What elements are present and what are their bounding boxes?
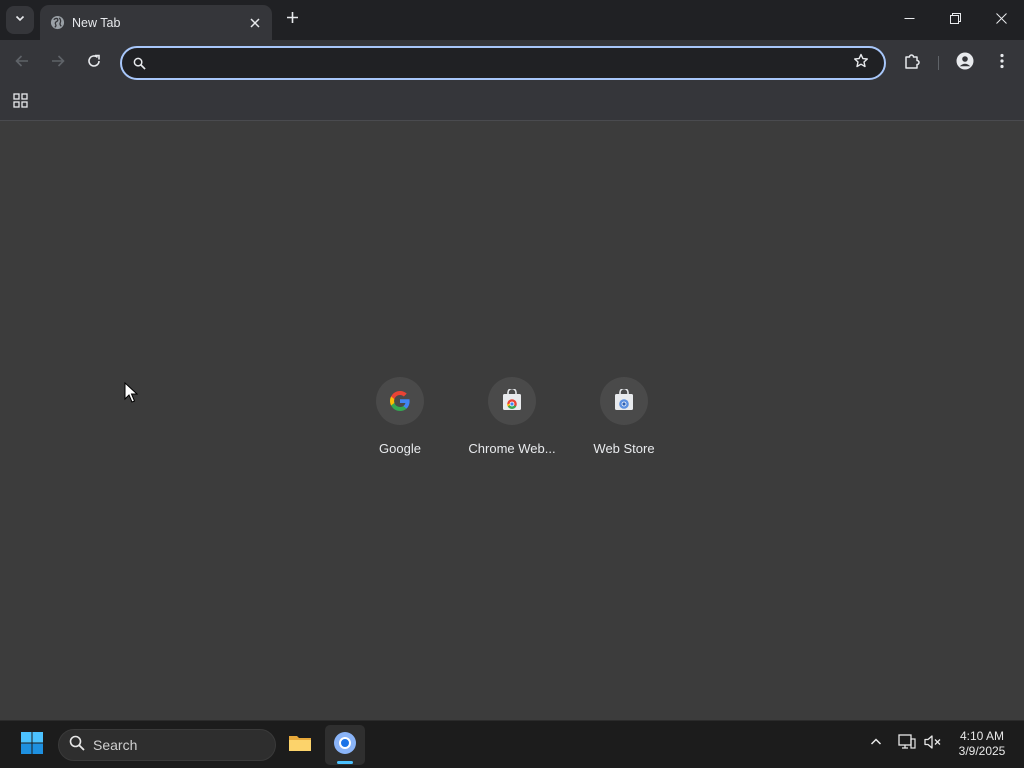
taskbar-search[interactable]: Search (58, 729, 276, 761)
bookmarks-bar (0, 86, 1024, 121)
taskbar: Search 4:10 AM 3/9/2025 (0, 720, 1024, 768)
apps-grid-icon (12, 93, 28, 113)
search-icon (69, 735, 85, 756)
volume-button[interactable] (922, 733, 944, 755)
active-app-indicator (337, 761, 353, 764)
shortcut-label: Web Store (593, 441, 655, 456)
new-tab-page: Google Chrome Web... Web Store (0, 121, 1024, 720)
apps-button[interactable] (8, 91, 32, 115)
shortcut-tiles: Google Chrome Web... Web Store (0, 373, 1024, 469)
shortcut-web-store[interactable]: Web Store (568, 373, 680, 469)
toolbar (0, 40, 1024, 86)
bookmark-star-button[interactable] (848, 50, 874, 76)
forward-arrow-icon (50, 53, 66, 74)
tab-strip: New Tab (0, 0, 1024, 40)
web-store-icon (600, 377, 648, 425)
tab-new-tab[interactable]: New Tab (40, 5, 272, 40)
shortcut-google[interactable]: Google (344, 373, 456, 469)
system-clock[interactable]: 4:10 AM 3/9/2025 (948, 729, 1016, 759)
profile-icon (956, 52, 974, 75)
toolbar-separator (938, 56, 939, 70)
omnibox[interactable] (120, 46, 886, 80)
chrome-taskbar-button[interactable] (325, 725, 365, 765)
start-button[interactable] (12, 725, 52, 765)
star-icon (853, 53, 869, 74)
clock-date: 3/9/2025 (958, 744, 1006, 758)
extensions-button[interactable] (898, 49, 926, 77)
clock-time: 4:10 AM (959, 729, 1005, 743)
address-input[interactable] (147, 48, 848, 78)
menu-button[interactable] (988, 49, 1016, 77)
more-vert-icon (1000, 53, 1004, 74)
show-hidden-icons-button[interactable] (865, 733, 887, 755)
file-explorer-button[interactable] (280, 725, 320, 765)
mouse-cursor-icon (124, 381, 139, 404)
network-button[interactable] (896, 733, 918, 755)
shortcut-chrome-web-store[interactable]: Chrome Web... (456, 373, 568, 469)
google-logo-icon (376, 377, 424, 425)
window-close-button[interactable] (978, 0, 1024, 40)
new-tab-button[interactable] (280, 8, 304, 32)
puzzle-icon (903, 52, 921, 75)
chevron-up-icon (870, 735, 882, 753)
windows-logo-icon (20, 731, 44, 760)
reload-button[interactable] (80, 49, 108, 77)
window-close-icon (995, 11, 1007, 29)
close-icon[interactable] (244, 12, 266, 34)
network-icon (898, 733, 916, 755)
restore-button[interactable] (932, 0, 978, 40)
back-arrow-icon (14, 53, 30, 74)
search-icon (131, 55, 147, 71)
reload-icon (86, 53, 102, 74)
chevron-down-icon (14, 11, 26, 29)
tab-search-button[interactable] (6, 6, 34, 34)
shortcut-label: Chrome Web... (468, 441, 556, 456)
profile-button[interactable] (951, 49, 979, 77)
taskbar-search-label: Search (93, 737, 138, 753)
tab-title: New Tab (72, 15, 121, 30)
folder-icon (288, 733, 312, 758)
shortcut-label: Google (379, 441, 421, 456)
chrome-web-store-icon (488, 377, 536, 425)
chrome-icon (333, 731, 357, 760)
volume-muted-icon (924, 734, 942, 755)
forward-button[interactable] (44, 49, 72, 77)
minimize-icon (904, 11, 915, 29)
restore-icon (949, 11, 961, 29)
globe-icon (49, 15, 65, 31)
plus-icon (286, 11, 299, 29)
back-button[interactable] (8, 49, 36, 77)
minimize-button[interactable] (886, 0, 932, 40)
